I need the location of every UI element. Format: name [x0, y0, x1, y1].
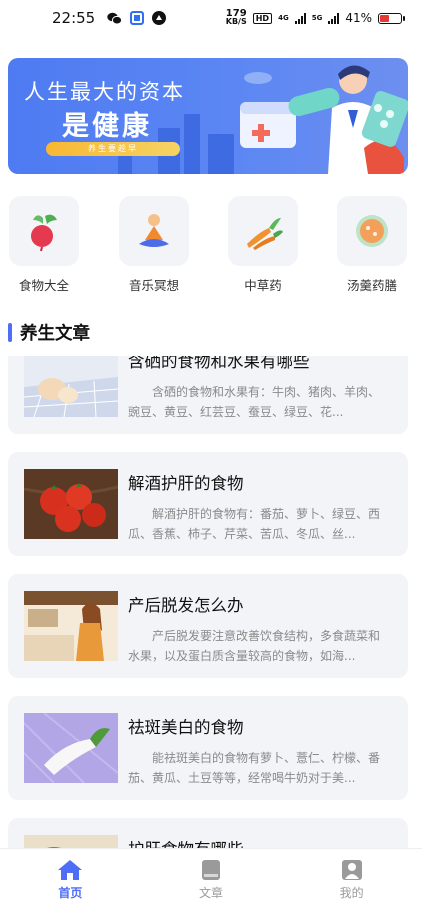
soup-icon [356, 215, 388, 247]
banner-slogan-pill: 养生要趁早 [46, 142, 180, 156]
health-banner[interactable]: 人生最大的资本 是健康 养生要趁早 [8, 58, 408, 174]
article-title: 护肝食物有哪些 [128, 836, 244, 848]
status-right: 179 KB/S HD 4G 5G 41% [225, 8, 405, 26]
section-title: 养生文章 [20, 324, 90, 344]
battery-fill [380, 14, 390, 22]
category-soup[interactable]: 汤羹药膳 [336, 196, 408, 294]
article-thumbnail [24, 713, 118, 783]
nav-home[interactable]: 首页 [0, 849, 141, 904]
article-thumbnail [24, 469, 118, 539]
article-thumbnail [24, 591, 118, 661]
article-desc: 解酒护肝的食物有：番茄、萝卜、绿豆、西瓜、香蕉、柿子、芹菜、苦瓜、冬瓜、丝... [128, 507, 381, 541]
status-time: 22:55 [52, 9, 96, 27]
category-music[interactable]: 音乐冥想 [118, 196, 190, 294]
category-label: 汤羹药膳 [346, 278, 397, 293]
book-icon [202, 860, 220, 880]
home-icon [58, 860, 83, 880]
nav-label: 文章 [199, 886, 224, 900]
article-card[interactable]: 护肝食物有哪些 [8, 818, 408, 848]
battery-icon [378, 12, 405, 24]
nav-label: 首页 [58, 886, 83, 900]
signal-icon [294, 12, 306, 24]
nav-profile[interactable]: 我的 [281, 849, 422, 904]
signal-icon [328, 12, 340, 24]
article-desc: 含硒的食物和水果有：牛肉、猪肉、羊肉、豌豆、黄豆、红芸豆、蚕豆、绿豆、花... [128, 385, 381, 419]
wechat-icon [107, 12, 123, 24]
nav-articles[interactable]: 文章 [141, 849, 282, 904]
network-5g-label: 5G [311, 14, 323, 22]
nav-label: 我的 [339, 886, 364, 900]
building-shape [184, 114, 200, 174]
banner-title-line2: 是健康 [62, 111, 152, 142]
category-herb[interactable]: 中草药 [227, 196, 299, 294]
article-card[interactable]: 解酒护肝的食物 解酒护肝的食物有：番茄、萝卜、绿豆、西瓜、香蕉、柿子、芹菜、苦瓜… [8, 452, 408, 556]
section-accent-bar [8, 323, 12, 342]
category-label: 食物大全 [18, 278, 69, 293]
bottom-nav: 首页 文章 我的 [0, 848, 422, 904]
category-label: 中草药 [244, 278, 282, 293]
meditation-icon [139, 214, 169, 247]
status-bar: 22:55 179 KB/S HD 4G 5G 41% [0, 0, 422, 36]
profile-icon [341, 860, 362, 880]
category-tile [337, 196, 407, 266]
article-card[interactable]: 产后脱发怎么办 产后脱发要注意改善饮食结构，多食蔬菜和水果，以及蛋白质含量较高的… [8, 574, 408, 678]
article-title: 解酒护肝的食物 [128, 474, 244, 493]
article-title: 祛斑美白的食物 [128, 718, 244, 737]
radish-icon [31, 214, 57, 252]
herb-icon [247, 218, 283, 250]
network-speed: 179 KB/S [225, 8, 247, 26]
article-list[interactable]: 含硒的食物和水果有哪些 含硒的食物和水果有：牛肉、猪肉、羊肉、豌豆、黄豆、红芸豆… [0, 356, 422, 848]
section-header: 养生文章 [8, 320, 90, 345]
article-card[interactable]: 祛斑美白的食物 能祛斑美白的食物有萝卜、薏仁、柠檬、番茄、黄瓜、土豆等等，经常喝… [8, 696, 408, 800]
battery-percent: 41% [345, 11, 372, 25]
category-row: 食物大全 音乐冥想 中草药 汤羹药膳 [0, 196, 422, 296]
app-icon [152, 11, 167, 25]
article-thumbnail [24, 835, 118, 848]
category-tile [228, 196, 298, 266]
status-app-icons [107, 11, 167, 25]
article-desc: 产后脱发要注意改善饮食结构，多食蔬菜和水果，以及蛋白质含量较高的食物，如海... [128, 629, 381, 663]
app-icon [130, 11, 145, 25]
banner-title-line1: 人生最大的资本 [24, 80, 185, 104]
article-card[interactable]: 含硒的食物和水果有哪些 含硒的食物和水果有：牛肉、猪肉、羊肉、豌豆、黄豆、红芸豆… [8, 356, 408, 434]
category-tile [119, 196, 189, 266]
doctor-illustration [240, 65, 408, 174]
article-desc: 能祛斑美白的食物有萝卜、薏仁、柠檬、番茄、黄瓜、土豆等等，经常喝牛奶对于美... [128, 751, 381, 785]
article-title: 产后脱发怎么办 [128, 596, 244, 615]
app-screen: 22:55 179 KB/S HD 4G 5G 41% 人生最大的资本 是健康 … [0, 0, 422, 904]
category-food[interactable]: 食物大全 [8, 196, 80, 294]
category-label: 音乐冥想 [128, 278, 179, 293]
article-thumbnail [24, 356, 118, 417]
network-4g-label: 4G [278, 14, 289, 22]
category-tile [9, 196, 79, 266]
article-title: 含硒的食物和水果有哪些 [128, 356, 310, 371]
hd-badge: HD [252, 12, 273, 24]
